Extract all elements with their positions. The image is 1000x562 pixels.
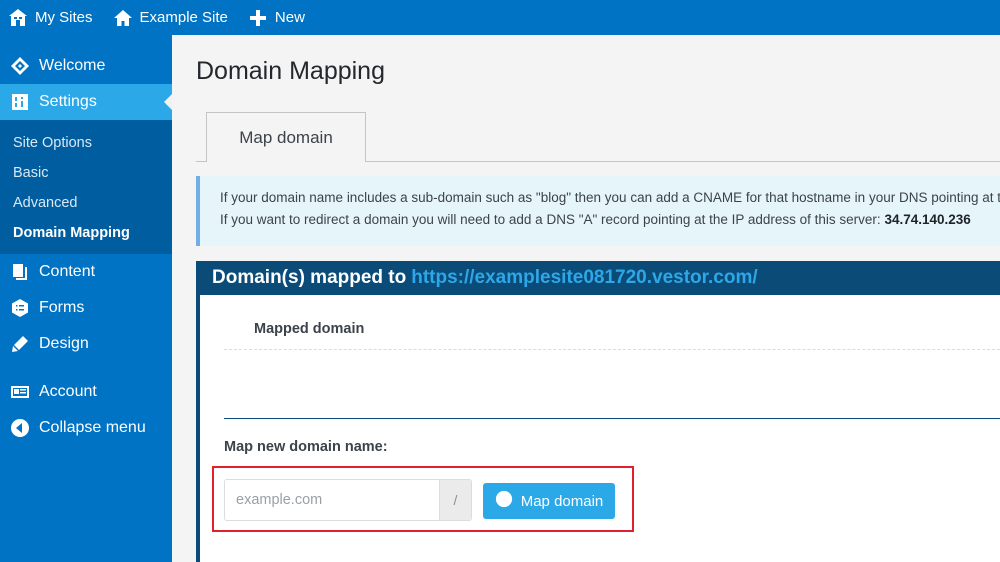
map-domain-button-label: Map domain xyxy=(520,492,604,510)
sidebar-item-label: Collapse menu xyxy=(39,419,146,436)
forms-icon xyxy=(12,299,28,317)
my-sites-link[interactable]: My Sites xyxy=(8,8,93,28)
globe-icon xyxy=(495,490,512,508)
new-domain-label: Map new domain name: xyxy=(224,439,388,455)
plus-icon xyxy=(249,9,266,26)
new-content-link[interactable]: New xyxy=(248,8,305,28)
tab-map-domain[interactable]: Map domain xyxy=(206,112,366,162)
sidebar-item-label: Forms xyxy=(39,299,85,316)
panel-header: Domain(s) mapped to https://examplesite0… xyxy=(200,261,1000,295)
sidebar-item-label: Content xyxy=(39,263,96,280)
site-url-link[interactable]: https://examplesite081720.vestor.com/ xyxy=(411,267,757,289)
submenu-item-basic[interactable]: Basic xyxy=(0,158,172,188)
sidebar-item-content[interactable]: Content xyxy=(0,254,172,290)
admin-bar: My Sites Example Site New xyxy=(0,0,1000,35)
account-icon xyxy=(11,386,29,398)
sidebar-item-label: Settings xyxy=(39,93,97,110)
sidebar-item-label: Welcome xyxy=(39,57,106,74)
server-ip: 34.74.140.236 xyxy=(884,212,971,227)
table-divider xyxy=(224,349,1000,350)
page-title: Domain Mapping xyxy=(196,57,385,85)
info-notice: If your domain name includes a sub-domai… xyxy=(196,176,1000,246)
notice-line-cname: If your domain name includes a sub-domai… xyxy=(220,190,1000,205)
domain-input-group: / xyxy=(224,479,472,521)
new-label: New xyxy=(274,9,305,26)
settings-submenu: Site Options Basic Advanced Domain Mappi… xyxy=(0,120,172,254)
my-sites-icon xyxy=(9,8,27,26)
submenu-item-advanced[interactable]: Advanced xyxy=(0,188,172,218)
submenu-item-site-options[interactable]: Site Options xyxy=(0,128,172,158)
sidebar-item-label: Account xyxy=(39,383,97,400)
mapped-domain-column-header: Mapped domain xyxy=(254,321,365,337)
notice-line-a-record: If you want to redirect a domain you wil… xyxy=(220,209,1000,231)
path-separator: / xyxy=(439,480,471,520)
sidebar-item-design[interactable]: Design xyxy=(0,326,172,362)
map-domain-button[interactable]: Map domain xyxy=(483,483,615,519)
design-icon xyxy=(12,336,28,352)
main-content: Domain Mapping Map domain If your domain… xyxy=(172,35,1000,562)
welcome-icon xyxy=(11,57,29,75)
collapse-menu-button[interactable]: Collapse menu xyxy=(0,410,172,446)
site-name-label: Example Site xyxy=(139,9,228,26)
submenu-item-domain-mapping[interactable]: Domain Mapping xyxy=(0,218,172,248)
panel-heading: Domain(s) mapped to xyxy=(212,267,407,288)
domain-name-input[interactable] xyxy=(225,480,439,520)
section-divider xyxy=(224,418,1000,419)
sidebar-item-forms[interactable]: Forms xyxy=(0,290,172,326)
settings-icon xyxy=(12,94,28,110)
sidebar-item-account[interactable]: Account xyxy=(0,374,172,410)
content-icon xyxy=(13,264,27,280)
sidebar-item-settings[interactable]: Settings xyxy=(0,84,172,120)
sidebar-item-label: Design xyxy=(39,335,89,352)
my-sites-label: My Sites xyxy=(35,9,93,26)
domain-mapping-panel: Domain(s) mapped to https://examplesite0… xyxy=(196,261,1000,562)
sidebar-item-welcome[interactable]: Welcome xyxy=(0,48,172,84)
site-name-link[interactable]: Example Site xyxy=(113,8,228,28)
notice-a-record-text: If you want to redirect a domain you wil… xyxy=(220,212,885,227)
admin-sidebar: Welcome Settings Site Options Basic Adva… xyxy=(0,35,172,562)
collapse-icon xyxy=(11,419,30,437)
home-icon xyxy=(113,9,132,26)
